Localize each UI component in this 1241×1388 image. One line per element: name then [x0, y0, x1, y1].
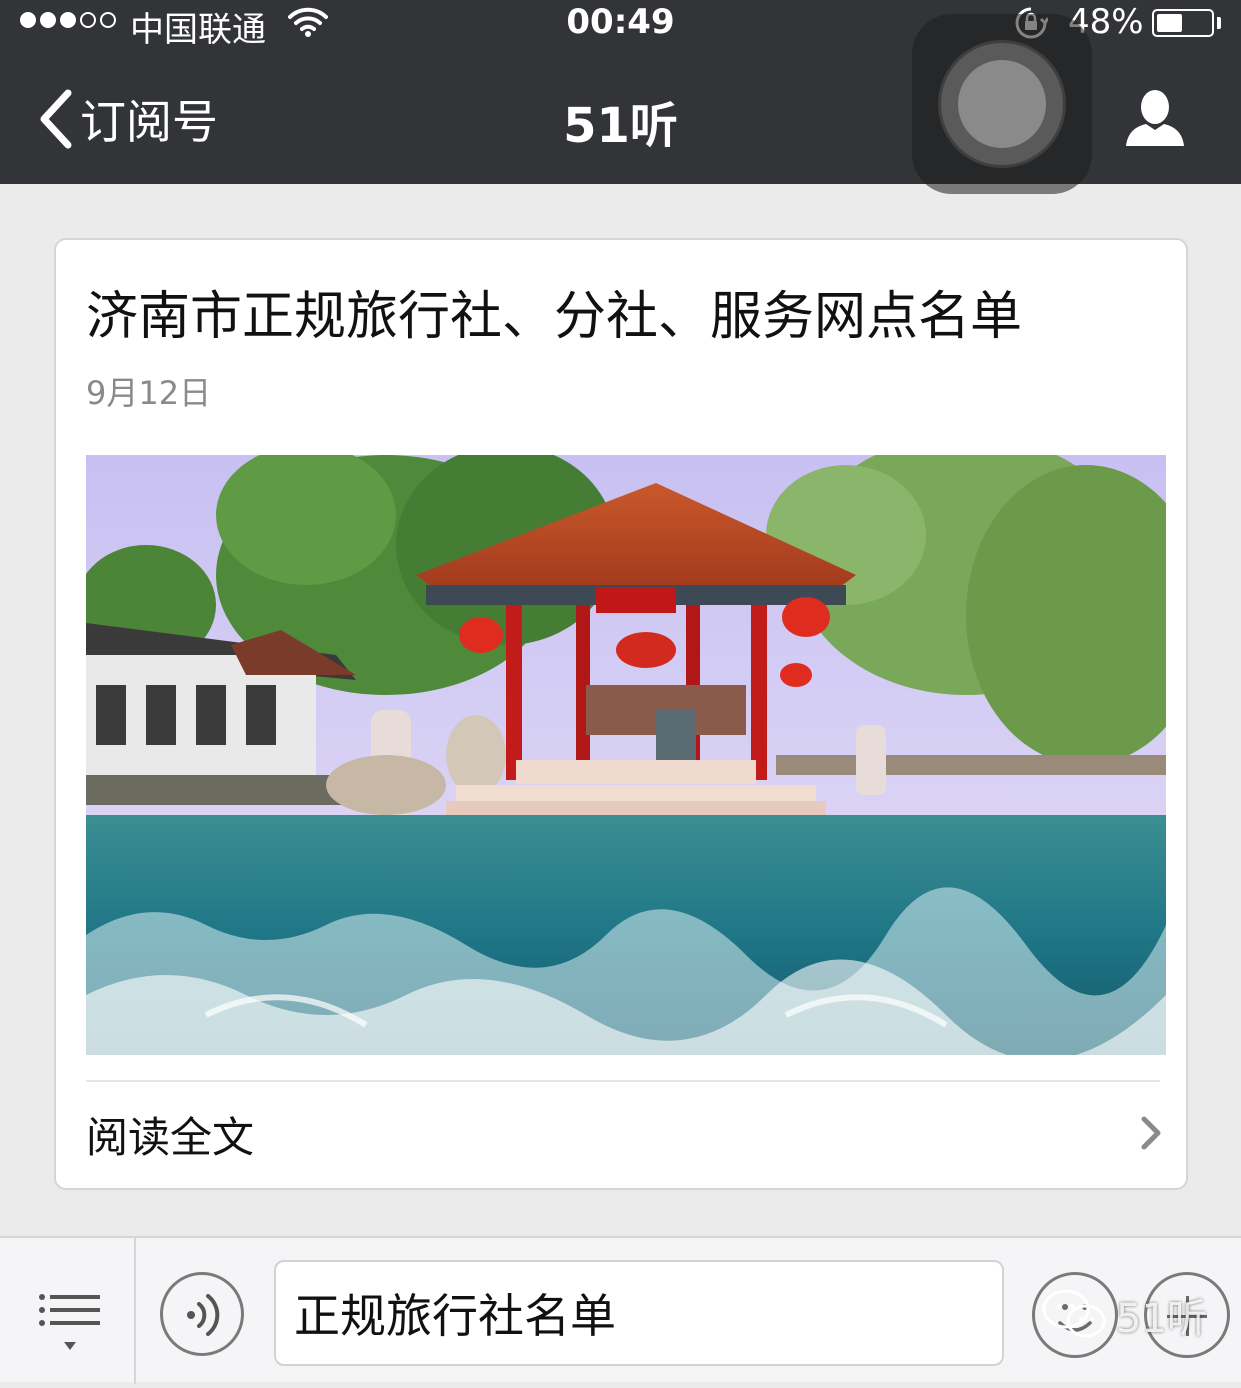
list-menu-icon — [39, 1294, 100, 1350]
read-more-link[interactable]: 阅读全文 — [56, 1082, 1186, 1182]
bar-separator — [134, 1238, 136, 1384]
chat-input-bar: 正规旅行社名单 51听 — [0, 1236, 1241, 1384]
assistive-touch-core — [958, 60, 1046, 148]
pavilion-spring-illustration — [86, 455, 1166, 1055]
nav-bar: 订阅号 51听 — [0, 14, 1241, 194]
article-title[interactable]: 济南市正规旅行社、分社、服务网点名单 — [86, 274, 1022, 349]
article-date: 9月12日 — [86, 374, 212, 412]
message-input[interactable]: 正规旅行社名单 — [274, 1260, 1004, 1366]
profile-icon[interactable] — [1124, 88, 1186, 152]
article-cover-image[interactable] — [86, 455, 1166, 1055]
article-card[interactable]: 济南市正规旅行社、分社、服务网点名单 9月12日 阅读全文 — [54, 238, 1188, 1190]
menu-toggle-button[interactable] — [0, 1238, 134, 1384]
voice-icon — [187, 1294, 220, 1336]
assistive-touch-button[interactable] — [912, 14, 1092, 194]
battery-tip — [1217, 17, 1221, 29]
read-more-label: 阅读全文 — [86, 1113, 255, 1162]
chevron-right-icon — [1140, 1116, 1162, 1154]
top-bar: 中国联通 00:49 48% 订阅号 51听 — [0, 0, 1241, 194]
watermark-text: 51听 — [1116, 1296, 1207, 1342]
battery-icon — [1152, 9, 1214, 37]
voice-input-button[interactable] — [160, 1272, 244, 1356]
battery-level-fill — [1157, 14, 1182, 32]
watermark: 51听 — [1040, 1286, 1207, 1344]
wechat-logo-icon — [1042, 1289, 1106, 1338]
